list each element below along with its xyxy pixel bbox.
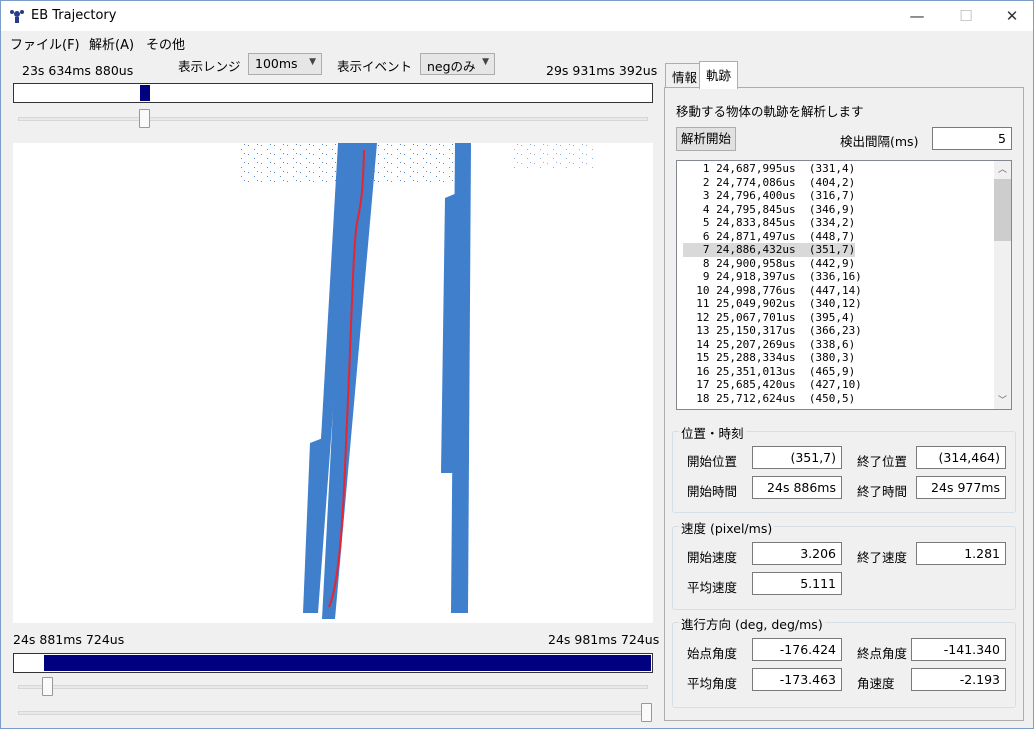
event-visualization (238, 143, 593, 619)
start-time-label: 開始時間 (687, 484, 738, 499)
time-slider-thumb[interactable] (139, 109, 150, 128)
time-slider-track[interactable] (18, 117, 648, 121)
list-item[interactable]: 12 25,067,701us (395,4) (683, 311, 855, 325)
scroll-up-icon[interactable]: ︿ (998, 162, 1007, 175)
menu-file[interactable]: ファイル(F) (10, 34, 80, 53)
event-noise (513, 143, 593, 168)
trajectory-list[interactable]: 1 24,687,995us (331,4) 2 24,774,086us (4… (676, 160, 1012, 410)
interval-input[interactable]: 5 (932, 127, 1012, 150)
end-angle-label: 終点角度 (857, 646, 908, 661)
avg-angle-field[interactable]: -173.463 (752, 668, 842, 691)
maximize-button[interactable]: ☐ (943, 1, 989, 31)
start-position-field[interactable]: (351,7) (752, 446, 842, 469)
start-time-field[interactable]: 24s 886ms (752, 476, 842, 499)
time-range-bar[interactable] (13, 83, 653, 103)
end-speed-label: 終了速度 (857, 550, 908, 565)
minimize-button[interactable]: — (894, 1, 940, 31)
app-window: EB Trajectory — ☐ ✕ ファイル(F) 解析(A) その他 23… (0, 0, 1034, 729)
window-end-time: 24s 981ms 724us (548, 632, 660, 647)
event-select[interactable]: negのみ ▼ (420, 53, 495, 75)
chevron-down-icon: ▼ (482, 57, 489, 67)
panel-description: 移動する物体の軌跡を解析します (676, 104, 864, 119)
list-item[interactable]: 8 24,900,958us (442,9) (683, 257, 855, 271)
window-slider-track[interactable] (18, 685, 648, 689)
list-item[interactable]: 2 24,774,086us (404,2) (683, 176, 855, 190)
start-angle-label: 始点角度 (687, 646, 738, 661)
close-button[interactable]: ✕ (989, 1, 1034, 31)
list-item[interactable]: 10 24,998,776us (447,14) (683, 284, 862, 298)
list-item[interactable]: 15 25,288,334us (380,3) (683, 351, 855, 365)
end-time-label: 終了時間 (857, 484, 908, 499)
event-select-value: negのみ (427, 59, 476, 74)
speed-group-title: 速度 (pixel/ms) (679, 518, 775, 537)
list-item[interactable]: 17 25,685,420us (427,10) (683, 378, 862, 392)
list-item[interactable]: 7 24,886,432us (351,7) (683, 243, 856, 257)
list-item[interactable]: 9 24,918,397us (336,16) (683, 270, 862, 284)
list-item[interactable]: 3 24,796,400us (316,7) (683, 189, 855, 203)
window-range-fill[interactable] (44, 655, 651, 671)
time-range-marker[interactable] (140, 85, 150, 101)
list-item[interactable]: 13 25,150,317us (366,23) (683, 324, 862, 338)
event-label: 表示イベント (337, 59, 413, 74)
avg-speed-label: 平均速度 (687, 580, 738, 595)
start-angle-field[interactable]: -176.424 (752, 638, 842, 661)
end-position-label: 終了位置 (857, 454, 908, 469)
window-start-time: 24s 881ms 724us (13, 632, 125, 647)
end-time-field[interactable]: 24s 977ms (916, 476, 1006, 499)
app-icon (10, 10, 24, 23)
chevron-down-icon: ▼ (309, 57, 316, 67)
list-item[interactable]: 11 25,049,902us (340,12) (683, 297, 862, 311)
range-start-time: 23s 634ms 880us (22, 63, 134, 78)
direction-group-title: 進行方向 (deg, deg/ms) (679, 614, 825, 633)
range-select[interactable]: 100ms ▼ (248, 53, 322, 75)
zoom-slider-thumb[interactable] (641, 703, 652, 722)
range-label: 表示レンジ (178, 59, 241, 74)
list-item[interactable]: 16 25,351,013us (465,9) (683, 365, 855, 379)
start-speed-field[interactable]: 3.206 (752, 542, 842, 565)
start-speed-label: 開始速度 (687, 550, 738, 565)
end-position-field[interactable]: (314,464) (916, 446, 1006, 469)
window-range-bar[interactable] (13, 653, 653, 673)
end-angle-field[interactable]: -141.340 (911, 638, 1006, 661)
angular-velocity-field[interactable]: -2.193 (911, 668, 1006, 691)
position-time-group: 位置・時刻 (672, 423, 1016, 513)
menu-analyze[interactable]: 解析(A) (89, 34, 134, 53)
range-end-time: 29s 931ms 392us (546, 63, 658, 78)
zoom-slider-track[interactable] (18, 711, 648, 715)
title-bar: EB Trajectory — ☐ ✕ (1, 1, 1033, 31)
event-canvas[interactable] (13, 143, 653, 623)
angular-velocity-label: 角速度 (857, 676, 895, 691)
list-scrollbar[interactable]: ︿ ﹀ (994, 161, 1011, 409)
window-title: EB Trajectory (31, 8, 117, 23)
interval-label: 検出間隔(ms) (840, 134, 919, 149)
menu-other[interactable]: その他 (146, 34, 185, 53)
avg-speed-field[interactable]: 5.111 (752, 572, 842, 595)
analyze-start-button[interactable]: 解析開始 (676, 127, 736, 151)
start-position-label: 開始位置 (687, 454, 738, 469)
scrollbar-thumb[interactable] (994, 179, 1011, 241)
direction-group: 進行方向 (deg, deg/ms) (672, 614, 1016, 708)
list-item[interactable]: 18 25,712,624us (450,5) (683, 392, 855, 406)
avg-angle-label: 平均角度 (687, 676, 738, 691)
list-item[interactable]: 5 24,833,845us (334,2) (683, 216, 855, 230)
tab-trajectory[interactable]: 軌跡 (699, 61, 739, 89)
list-item[interactable]: 4 24,795,845us (346,9) (683, 203, 855, 217)
position-group-title: 位置・時刻 (679, 423, 746, 442)
list-item[interactable]: 14 25,207,269us (338,6) (683, 338, 855, 352)
list-item[interactable]: 6 24,871,497us (448,7) (683, 230, 855, 244)
range-select-value: 100ms (255, 56, 298, 71)
scroll-down-icon[interactable]: ﹀ (998, 393, 1007, 406)
end-speed-field[interactable]: 1.281 (916, 542, 1006, 565)
list-item[interactable]: 1 24,687,995us (331,4) (683, 162, 855, 176)
window-slider-thumb[interactable] (42, 677, 53, 696)
menu-bar: ファイル(F) 解析(A) その他 (1, 31, 1033, 53)
speed-group: 速度 (pixel/ms) (672, 518, 1016, 610)
